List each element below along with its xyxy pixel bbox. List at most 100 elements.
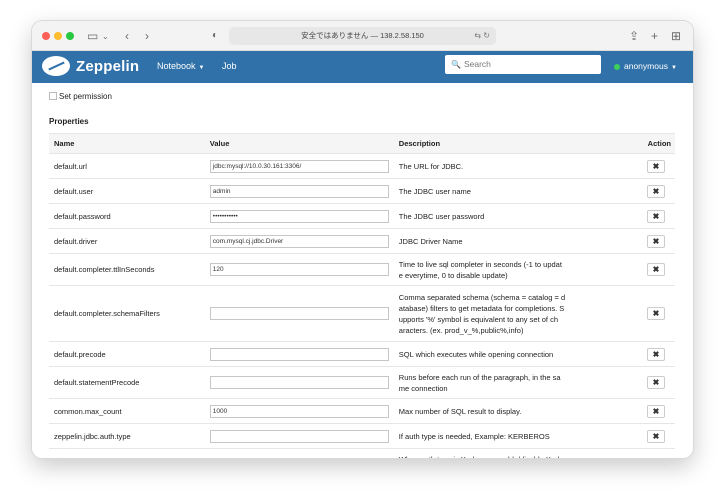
- remove-property-button[interactable]: ✖: [647, 376, 665, 389]
- property-name: [49, 448, 205, 458]
- property-description: If auth type is needed, Example: KERBERO…: [393, 423, 610, 449]
- property-value-input[interactable]: com.mysql.cj.jdbc.Driver: [209, 234, 389, 248]
- remove-property-button[interactable]: ✖: [647, 429, 665, 443]
- remove-property-button[interactable]: ✖: [647, 307, 665, 320]
- table-row: default.precode SQL which executes while …: [49, 341, 675, 367]
- property-description: Runs before each run of the paragraph, i…: [393, 366, 610, 399]
- nav-notebook-label: Notebook: [157, 61, 196, 71]
- property-description: Comma separated schema (schema = catalog…: [393, 285, 610, 342]
- description-line: me connection: [398, 383, 448, 393]
- nav-job[interactable]: Job: [222, 61, 237, 71]
- user-menu[interactable]: anonymous ▼: [624, 61, 677, 71]
- address-bar[interactable]: 安全ではありません — 138.2.58.150 ⇆ ↻: [229, 27, 496, 45]
- property-value-cell: jdbc:mysql://10.0.30.161:3306/: [204, 153, 394, 179]
- back-icon[interactable]: ‹: [125, 28, 129, 44]
- table-header: Name Value Description Action: [49, 133, 675, 154]
- property-value-input[interactable]: [209, 307, 389, 320]
- column-description-header: Description: [393, 133, 610, 154]
- property-value-input[interactable]: admin: [209, 184, 389, 198]
- new-tab-icon[interactable]: +: [651, 28, 658, 44]
- brand[interactable]: Zeppelin: [42, 56, 139, 76]
- remove-property-button[interactable]: ✖: [647, 404, 665, 418]
- translate-reload-icon[interactable]: ⇆ ↻: [474, 27, 490, 45]
- remove-property-button[interactable]: ✖: [647, 347, 665, 361]
- description-line: Max number of SQL result to display.: [398, 406, 522, 416]
- property-action-cell: ✖: [609, 398, 675, 424]
- tab-overview-icon[interactable]: ⊞: [671, 28, 681, 44]
- set-permission-label: Set permission: [59, 91, 112, 101]
- search-placeholder: Search: [463, 59, 491, 69]
- connection-status-icon: [614, 64, 620, 70]
- column-value-header: Value: [204, 133, 394, 154]
- property-value-cell: [204, 366, 394, 399]
- browser-toolbar: ▭ ⌄ ‹ › ◐ 安全ではありません — 138.2.58.150 ⇆ ↻ ⇪…: [32, 21, 693, 51]
- column-action-header: Action: [609, 133, 675, 154]
- property-value-input[interactable]: 120: [209, 263, 389, 276]
- minimize-window-button[interactable]: [54, 32, 62, 40]
- table-row: default.password ••••••••••• The JDBC user…: [49, 203, 675, 229]
- nav-notebook[interactable]: Notebook ▼: [157, 61, 204, 71]
- property-value-input[interactable]: jdbc:mysql://10.0.30.161:3306/: [209, 159, 389, 173]
- brand-name: Zeppelin: [76, 57, 140, 75]
- close-window-button[interactable]: [42, 32, 50, 40]
- sidebar-icon[interactable]: ▭: [87, 28, 98, 44]
- property-value-cell: [204, 448, 394, 458]
- property-name: default.user: [49, 178, 205, 204]
- search-icon: 🔍: [451, 60, 461, 69]
- property-action-cell: ✖: [609, 366, 675, 399]
- set-permission-row[interactable]: Set permission: [49, 87, 676, 105]
- search-input[interactable]: 🔍 Search: [445, 55, 601, 74]
- nav-job-label: Job: [222, 61, 237, 71]
- caret-down-icon: ▼: [670, 65, 677, 71]
- table-row: default.completer.schemaFilters Comma sep…: [49, 285, 675, 342]
- property-name: default.driver: [49, 228, 205, 254]
- share-icon[interactable]: ⇪: [629, 28, 639, 44]
- property-value-cell: admin: [204, 178, 394, 204]
- property-description: The URL for JDBC.: [393, 153, 610, 179]
- property-value-input[interactable]: [209, 376, 389, 389]
- property-action-cell: [609, 448, 675, 458]
- property-name: default.completer.ttlInSeconds: [49, 253, 205, 286]
- remove-property-button[interactable]: ✖: [647, 159, 665, 173]
- zeppelin-logo-icon: [42, 56, 70, 76]
- property-value-input[interactable]: 1000: [209, 404, 389, 418]
- property-value-input[interactable]: •••••••••••: [209, 209, 389, 223]
- table-row: default.completer.ttlInSeconds 120 Time to…: [49, 253, 675, 286]
- caret-down-icon: ▼: [198, 65, 205, 71]
- property-name: zeppelin.jdbc.auth.type: [49, 423, 205, 449]
- description-line: atabase) filters to get metadata for com…: [398, 303, 565, 313]
- property-value-cell: [204, 285, 394, 342]
- browser-window: ▭ ⌄ ‹ › ◐ 安全ではありません — 138.2.58.150 ⇆ ↻ ⇪…: [32, 21, 693, 458]
- column-name-header: Name: [49, 133, 205, 154]
- property-description: Time to live sql completer in seconds (-…: [393, 253, 610, 286]
- zoom-window-button[interactable]: [66, 32, 74, 40]
- chevron-down-icon[interactable]: ⌄: [102, 29, 109, 45]
- privacy-shield-icon[interactable]: ◐: [212, 28, 218, 44]
- property-description: The JDBC user name: [393, 178, 610, 204]
- table-row: default.statementPrecode Runs before each…: [49, 366, 675, 399]
- set-permission-checkbox[interactable]: [49, 92, 57, 100]
- forward-icon[interactable]: ›: [145, 28, 149, 44]
- property-description: Max number of SQL result to display.: [393, 398, 610, 424]
- property-value-input[interactable]: [209, 347, 389, 361]
- remove-property-button[interactable]: ✖: [647, 209, 665, 223]
- remove-property-button[interactable]: ✖: [647, 234, 665, 248]
- property-name: default.completer.schemaFilters: [49, 285, 205, 342]
- description-line: Runs before each run of the paragraph, i…: [398, 372, 561, 382]
- table-row: default.user admin The JDBC user name ✖: [49, 178, 675, 204]
- property-value-cell: 120: [204, 253, 394, 286]
- remove-property-button[interactable]: ✖: [647, 263, 665, 276]
- property-value-cell: com.mysql.cj.jdbc.Driver: [204, 228, 394, 254]
- property-action-cell: ✖: [609, 423, 675, 449]
- description-line: The URL for JDBC.: [398, 161, 464, 171]
- interpreter-settings: Set permission Properties Name Value Des…: [32, 83, 693, 458]
- property-action-cell: ✖: [609, 285, 675, 342]
- property-name: default.url: [49, 153, 205, 179]
- table-row: zeppelin.jdbc.auth.type If auth type is n…: [49, 423, 675, 449]
- property-action-cell: ✖: [609, 341, 675, 367]
- remove-property-button[interactable]: ✖: [647, 184, 665, 198]
- properties-table: Name Value Description Action default.ur…: [49, 133, 675, 458]
- description-line: If auth type is needed, Example: KERBERO…: [398, 431, 550, 441]
- table-row: When auth type is Kerberos, enable/disab…: [49, 448, 675, 458]
- property-value-input[interactable]: [209, 429, 389, 443]
